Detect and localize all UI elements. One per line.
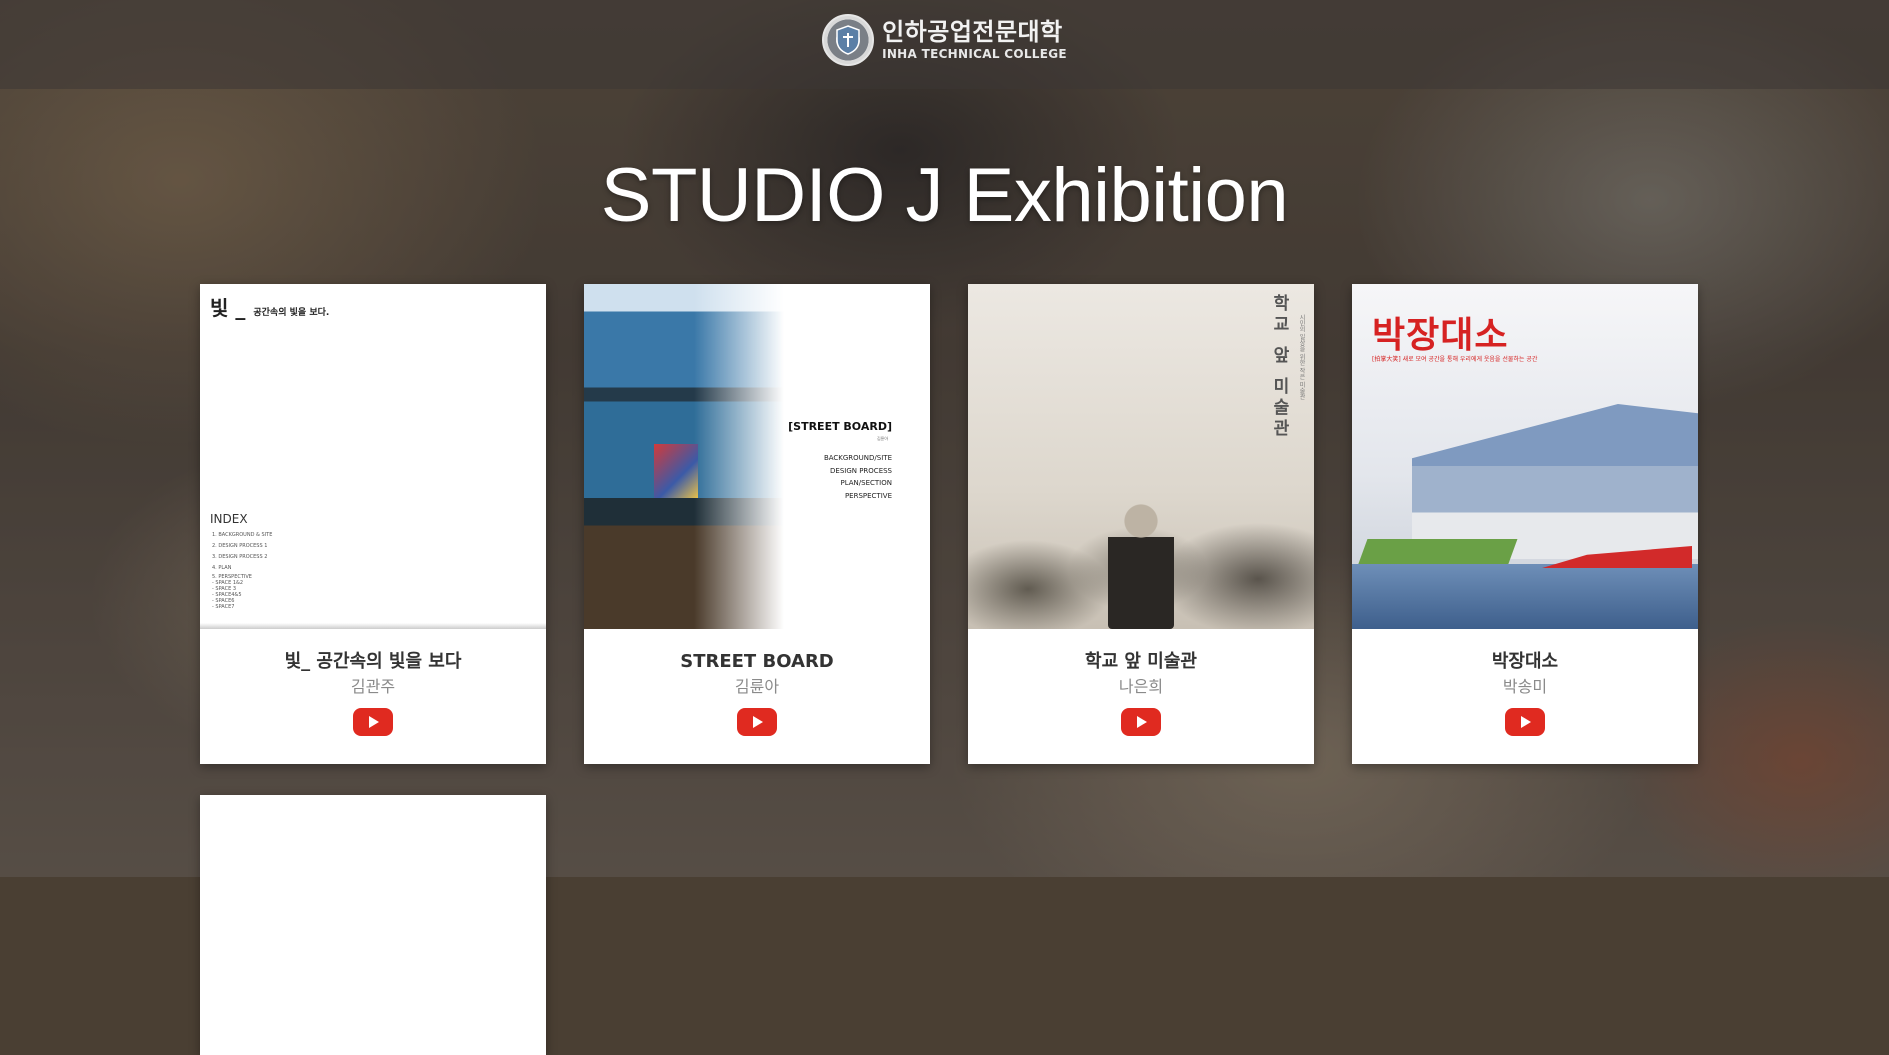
exhibition-card[interactable]: 학교 앞 미술관 시민의 일상을 위한 작은 미술관 학교 앞 미술관 나은희 bbox=[968, 284, 1314, 764]
exhibition-card[interactable]: [STREET BOARD] 김륜아 BACKGROUND/SITE DESIG… bbox=[584, 284, 930, 764]
thumb-road bbox=[1352, 564, 1698, 629]
card-title[interactable]: 박장대소 bbox=[1492, 651, 1558, 673]
card-title[interactable]: 빛_ 공간속의 빛을 보다 bbox=[285, 651, 462, 673]
youtube-play-icon[interactable] bbox=[737, 707, 777, 736]
thumb-building-render bbox=[1412, 404, 1698, 559]
thumb-heading: 빛 _ bbox=[210, 296, 246, 320]
card-thumbnail[interactable]: 빛 _ 공간속의 빛을 보다. INDEX 1. BACKGROUND & SI… bbox=[200, 284, 546, 629]
thumb-index-item: PERSPECTIVE bbox=[844, 491, 892, 500]
card-title[interactable]: 학교 앞 미술관 bbox=[1085, 651, 1197, 673]
card-author: 김관주 bbox=[350, 676, 396, 696]
thumb-index-item: 1. BACKGROUND & SITE bbox=[212, 532, 273, 538]
card-thumbnail[interactable]: 박장대소 [拍掌大笑] 새로 모여 공간을 통해 우리에게 웃음을 선물하는 공… bbox=[1352, 284, 1698, 629]
thumb-index-label: INDEX bbox=[210, 512, 248, 526]
youtube-play-icon[interactable] bbox=[353, 707, 393, 736]
thumb-index-list: BACKGROUND/SITE DESIGN PROCESS PLAN/SECT… bbox=[824, 452, 892, 502]
thumb-person-photo bbox=[1108, 499, 1174, 629]
thumb-subheading: 김륜아 bbox=[876, 436, 888, 441]
youtube-play-icon[interactable] bbox=[1121, 707, 1161, 736]
card-title[interactable]: STREET BOARD bbox=[680, 651, 834, 673]
thumb-index-item: 4. PLAN bbox=[212, 565, 232, 571]
logo-korean-text: 인하공업전문대학 bbox=[882, 17, 1063, 46]
thumb-index-item: PLAN/SECTION bbox=[840, 479, 892, 487]
college-emblem-icon bbox=[822, 13, 875, 66]
card-author: 김륜아 bbox=[734, 676, 780, 696]
thumb-heading: 학교 앞 미술관 bbox=[1269, 294, 1289, 440]
thumb-building-photo bbox=[584, 284, 784, 629]
card-thumbnail[interactable]: 학교 앞 미술관 시민의 일상을 위한 작은 미술관 bbox=[968, 284, 1314, 629]
card-thumbnail[interactable] bbox=[200, 795, 546, 1055]
exhibition-card[interactable]: 빛 _ 공간속의 빛을 보다. INDEX 1. BACKGROUND & SI… bbox=[200, 284, 546, 764]
thumb-index-item: DESIGN PROCESS bbox=[830, 466, 892, 475]
thumb-subheading: 시민의 일상을 위한 작은 미술관 bbox=[1298, 314, 1305, 400]
thumb-subheading: [拍掌大笑] 새로 모여 공간을 통해 우리에게 웃음을 선물하는 공간 bbox=[1372, 356, 1538, 363]
card-author: 박송미 bbox=[1502, 676, 1548, 696]
thumb-heading: [STREET BOARD] bbox=[788, 420, 892, 433]
college-logo[interactable]: 인하공업전문대학 INHA TECHNICAL COLLEGE bbox=[822, 13, 1067, 66]
thumb-index-item: 2. DESIGN PROCESS 1 bbox=[212, 543, 268, 549]
top-bar: 인하공업전문대학 INHA TECHNICAL COLLEGE bbox=[0, 0, 1889, 89]
exhibition-card[interactable]: 박장대소 [拍掌大笑] 새로 모여 공간을 통해 우리에게 웃음을 선물하는 공… bbox=[1352, 284, 1698, 764]
exhibition-grid: 빛 _ 공간속의 빛을 보다. INDEX 1. BACKGROUND & SI… bbox=[200, 284, 1698, 1055]
thumb-index-item: - SPACE7 bbox=[212, 604, 235, 610]
thumb-shadow bbox=[200, 623, 546, 629]
youtube-play-icon[interactable] bbox=[1505, 707, 1545, 736]
thumb-heading: 박장대소 bbox=[1372, 315, 1509, 356]
page-title: STUDIO J Exhibition bbox=[600, 153, 1289, 238]
card-thumbnail[interactable]: [STREET BOARD] 김륜아 BACKGROUND/SITE DESIG… bbox=[584, 284, 930, 629]
thumb-index-item: BACKGROUND/SITE bbox=[823, 454, 892, 462]
thumb-index-item: 3. DESIGN PROCESS 2 bbox=[212, 554, 268, 560]
logo-english-text: INHA TECHNICAL COLLEGE bbox=[882, 46, 1067, 61]
exhibition-card[interactable] bbox=[200, 795, 546, 1055]
thumb-index-list: 1. BACKGROUND & SITE 2. DESIGN PROCESS 1… bbox=[212, 530, 272, 610]
card-author: 나은희 bbox=[1118, 676, 1164, 696]
thumb-subheading: 공간속의 빛을 보다. bbox=[253, 308, 330, 318]
